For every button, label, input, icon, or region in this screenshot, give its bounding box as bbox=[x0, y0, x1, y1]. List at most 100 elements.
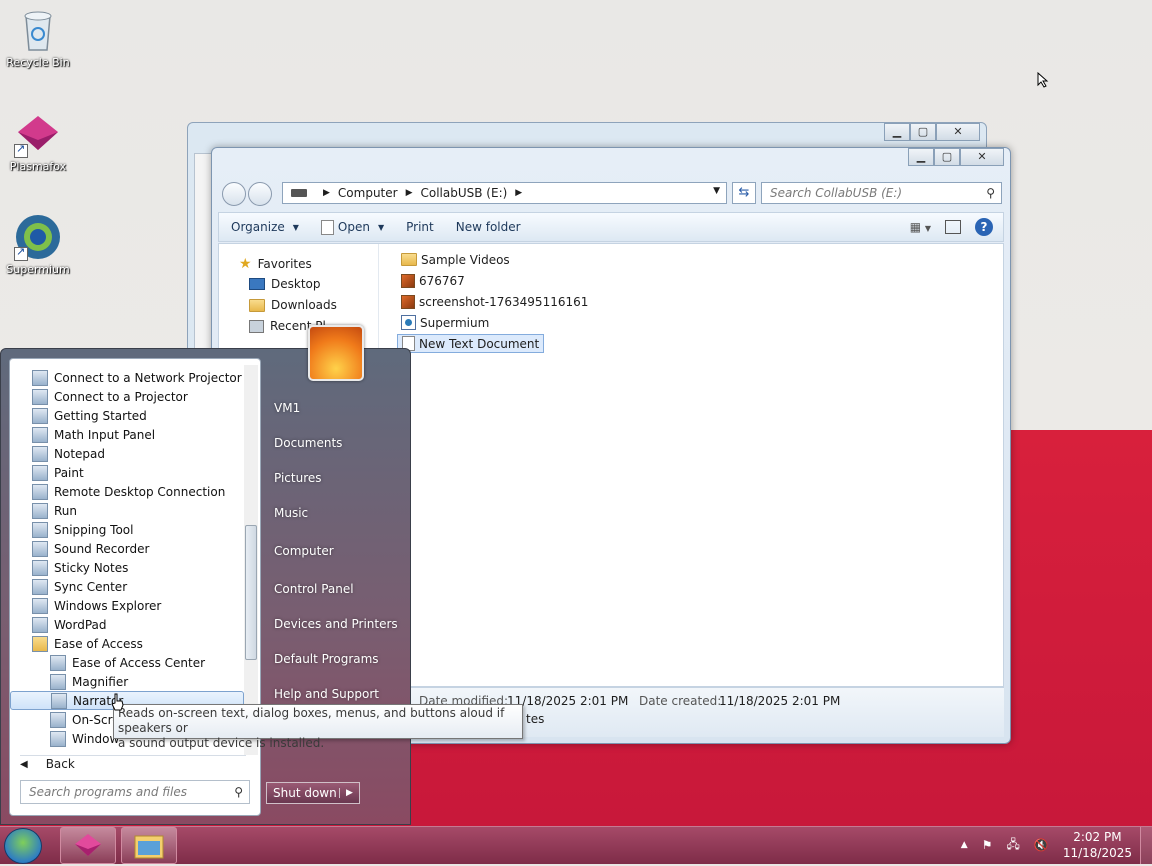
program-item[interactable]: Notepad bbox=[10, 444, 244, 463]
open-button[interactable]: Open ▼ bbox=[320, 219, 384, 235]
start-right-item[interactable]: Documents bbox=[274, 436, 342, 450]
file-item[interactable]: 676767 bbox=[397, 271, 469, 290]
action-center-flag-icon[interactable]: ⚑ bbox=[982, 838, 993, 852]
minimize-button[interactable]: ▁ bbox=[908, 148, 934, 166]
program-item[interactable]: Magnifier bbox=[10, 672, 244, 691]
program-label: Paint bbox=[54, 465, 84, 480]
back-window-caption-buttons: ▁ ▢ ✕ bbox=[884, 123, 980, 141]
breadcrumb-drive[interactable]: CollabUSB (E:) bbox=[421, 186, 508, 200]
program-label: Magnifier bbox=[72, 674, 129, 689]
program-item[interactable]: Ease of Access Center bbox=[10, 653, 244, 672]
program-item[interactable]: WordPad bbox=[10, 615, 244, 634]
start-right-item[interactable]: Control Panel bbox=[274, 582, 354, 596]
views-button[interactable]: ▦ ▼ bbox=[910, 220, 931, 234]
file-item[interactable]: screenshot-1763495116161 bbox=[397, 292, 592, 311]
program-icon bbox=[32, 464, 48, 481]
program-item[interactable]: Sticky Notes bbox=[10, 558, 244, 577]
search-icon: ⚲ bbox=[986, 186, 995, 200]
shutdown-options-arrow-icon[interactable]: ▶ bbox=[339, 788, 359, 798]
help-icon[interactable]: ? bbox=[975, 218, 993, 236]
close-button[interactable]: ✕ bbox=[936, 123, 980, 141]
clock[interactable]: 2:02 PM 11/18/2025 bbox=[1063, 829, 1132, 861]
close-button[interactable]: ✕ bbox=[960, 148, 1004, 166]
desktop-icon-label: Plasmafox bbox=[9, 160, 67, 173]
program-item[interactable]: Math Input Panel bbox=[10, 425, 244, 444]
back-button[interactable]: ◀ Back bbox=[20, 757, 75, 771]
program-icon bbox=[32, 578, 48, 595]
program-icon bbox=[32, 388, 48, 405]
address-bar[interactable]: ▶ Computer ▶ CollabUSB (E:) ▶ ▼ bbox=[282, 182, 727, 204]
start-right-item[interactable]: Pictures bbox=[274, 471, 322, 485]
start-right-item[interactable]: Help and Support bbox=[274, 687, 379, 701]
program-item[interactable]: Connect to a Projector bbox=[10, 387, 244, 406]
program-item[interactable]: Sound Recorder bbox=[10, 539, 244, 558]
tooltip-line-2: a sound output device is installed. bbox=[118, 736, 325, 750]
nav-item-desktop[interactable]: Desktop bbox=[249, 277, 321, 291]
volume-muted-icon[interactable]: 🔇 bbox=[1034, 838, 1049, 852]
program-item[interactable]: Connect to a Network Projector bbox=[10, 368, 244, 387]
forward-nav-button[interactable] bbox=[248, 182, 272, 206]
start-right-item[interactable]: Computer bbox=[274, 544, 334, 558]
new-folder-button[interactable]: New folder bbox=[456, 220, 521, 234]
desktop-icon-supermium[interactable]: Supermium bbox=[0, 213, 76, 276]
maximize-button[interactable]: ▢ bbox=[910, 123, 936, 141]
search-icon: ⚲ bbox=[234, 785, 243, 799]
maximize-button[interactable]: ▢ bbox=[934, 148, 960, 166]
user-account-picture[interactable] bbox=[308, 325, 364, 381]
nav-item-favorites[interactable]: ★ Favorites bbox=[239, 256, 312, 272]
supermium-icon bbox=[14, 213, 62, 261]
program-label: Windows Explorer bbox=[54, 598, 162, 613]
address-dropdown-icon[interactable]: ▼ bbox=[713, 186, 720, 196]
program-item[interactable]: Remote Desktop Connection bbox=[10, 482, 244, 501]
program-icon bbox=[32, 597, 48, 614]
start-right-item[interactable]: Default Programs bbox=[274, 652, 379, 666]
refresh-button[interactable]: ⇆ bbox=[732, 182, 756, 204]
minimize-button[interactable]: ▁ bbox=[884, 123, 910, 141]
start-right-item[interactable]: Devices and Printers bbox=[274, 617, 398, 631]
start-search-input[interactable]: Search programs and files ⚲ bbox=[20, 780, 250, 804]
file-item[interactable]: Supermium bbox=[397, 313, 493, 332]
print-button[interactable]: Print bbox=[406, 220, 434, 234]
folder-icon bbox=[32, 635, 48, 652]
program-item[interactable]: Snipping Tool bbox=[10, 520, 244, 539]
file-item-selected[interactable]: New Text Document bbox=[397, 334, 545, 353]
program-item[interactable]: Paint bbox=[10, 463, 244, 482]
start-right-item[interactable]: VM1 bbox=[274, 401, 300, 415]
nav-item-downloads[interactable]: Downloads bbox=[249, 298, 337, 312]
programs-scrollbar[interactable] bbox=[244, 365, 258, 755]
program-item[interactable]: Windows Explorer bbox=[10, 596, 244, 615]
show-desktop-button[interactable] bbox=[1140, 827, 1152, 864]
organize-button[interactable]: Organize ▼ bbox=[231, 220, 299, 234]
scrollbar-thumb[interactable] bbox=[245, 525, 257, 660]
back-nav-button[interactable] bbox=[222, 182, 246, 206]
desktop-icon-recycle-bin[interactable]: Recycle Bin bbox=[0, 6, 76, 69]
start-button[interactable] bbox=[4, 828, 42, 864]
organize-label: Organize bbox=[231, 220, 285, 234]
show-hidden-icons-button[interactable]: ▲ bbox=[961, 840, 968, 850]
shortcut-icon bbox=[401, 315, 416, 330]
toolbar-right-group: ▦ ▼ ? bbox=[910, 218, 993, 236]
shutdown-button[interactable]: Shut down ▶ bbox=[266, 782, 360, 804]
plasmafox-icon bbox=[14, 110, 62, 158]
program-item[interactable]: Ease of Access bbox=[10, 634, 244, 653]
shortcut-arrow-icon bbox=[14, 142, 28, 158]
search-input[interactable]: Search CollabUSB (E:) ⚲ bbox=[761, 182, 1002, 204]
program-label: Connect to a Network Projector bbox=[54, 370, 242, 385]
program-item[interactable]: Sync Center bbox=[10, 577, 244, 596]
network-icon[interactable]: 🖧 bbox=[1006, 835, 1019, 856]
file-item[interactable]: Sample Videos bbox=[397, 250, 514, 269]
program-item[interactable]: Getting Started bbox=[10, 406, 244, 425]
notepad-icon bbox=[320, 219, 334, 235]
preview-pane-button[interactable] bbox=[945, 220, 961, 234]
program-label: Getting Started bbox=[54, 408, 147, 423]
taskbar-plasmafox[interactable] bbox=[60, 827, 116, 864]
taskbar-windows-explorer[interactable] bbox=[121, 827, 177, 864]
program-label: Sync Center bbox=[54, 579, 128, 594]
clock-time: 2:02 PM bbox=[1073, 830, 1122, 844]
desktop-icon-label: Supermium bbox=[6, 263, 70, 276]
desktop-icon-plasmafox[interactable]: Plasmafox bbox=[0, 110, 76, 173]
shutdown-label: Shut down bbox=[273, 786, 337, 800]
start-right-item[interactable]: Music bbox=[274, 506, 308, 520]
program-item[interactable]: Run bbox=[10, 501, 244, 520]
breadcrumb-computer[interactable]: Computer bbox=[338, 186, 398, 200]
